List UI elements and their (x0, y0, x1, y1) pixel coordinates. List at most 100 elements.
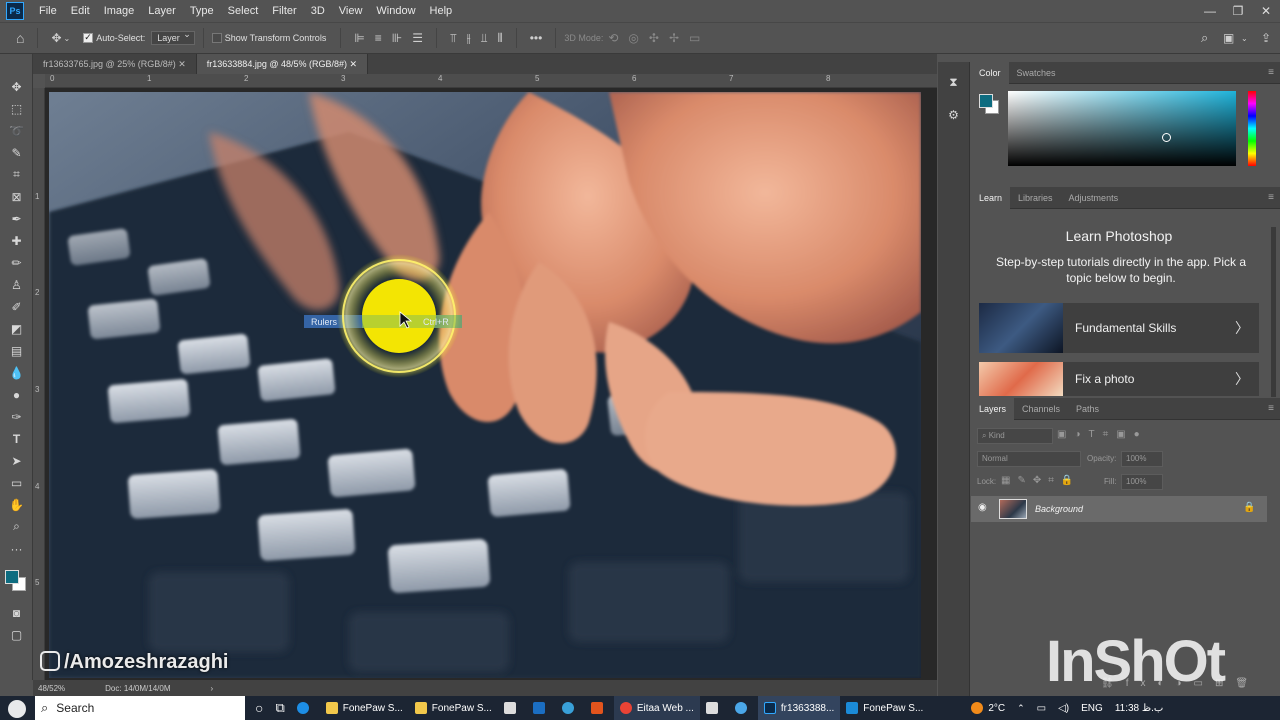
language-indicator[interactable]: ENG (1075, 696, 1109, 720)
canvas-area[interactable]: Rulers Ctrl+R (45, 88, 937, 680)
taskbar-app-fonepaw-2[interactable]: FonePaw S... (409, 696, 498, 720)
3d-roll-icon[interactable]: ◎ (628, 31, 638, 45)
eye-icon[interactable]: ◉ (978, 502, 987, 513)
align-center-icon[interactable]: ≡ (375, 31, 382, 45)
align-left-icon[interactable]: ⊫ (354, 31, 364, 45)
tab-libraries[interactable]: Libraries (1010, 187, 1061, 209)
shape-tool-icon[interactable]: ▭ (8, 474, 25, 491)
menu-filter[interactable]: Filter (265, 5, 303, 17)
layer-filter-dropdown[interactable]: ⌕ Kind (977, 428, 1053, 444)
quick-mask-icon[interactable]: ◙ (8, 604, 25, 621)
chevron-down-icon[interactable]: ⌄ (64, 34, 71, 43)
quick-select-tool-icon[interactable]: ✎ (8, 144, 25, 161)
path-select-tool-icon[interactable]: ➤ (8, 452, 25, 469)
start-icon[interactable] (8, 700, 26, 718)
search-icon[interactable]: ⌕ (1201, 30, 1208, 46)
pen-tool-icon[interactable]: ✑ (8, 408, 25, 425)
clock[interactable]: 11:38 ب.ظ (1109, 696, 1170, 720)
align-right-icon[interactable]: ⊪ (392, 31, 402, 45)
blur-tool-icon[interactable]: 💧 (8, 364, 25, 381)
auto-select-target-dropdown[interactable]: Layer (151, 29, 195, 45)
stamp-tool-icon[interactable]: ♙ (8, 276, 25, 293)
menu-edit[interactable]: Edit (64, 5, 97, 17)
align-middle-icon[interactable]: ⫲ (467, 31, 471, 46)
outlook-icon[interactable] (527, 696, 556, 720)
menu-window[interactable]: Window (369, 5, 422, 17)
eraser-tool-icon[interactable]: ◩ (8, 320, 25, 337)
taskbar-app-photoshop[interactable]: fr1363388... (757, 696, 841, 720)
menu-type[interactable]: Type (183, 5, 221, 17)
frame-tool-icon[interactable]: ⊠ (8, 188, 25, 205)
3d-camera-icon[interactable]: ▭ (689, 31, 700, 45)
tab-learn[interactable]: Learn (971, 186, 1011, 209)
tab-document-1[interactable]: fr13633765.jpg @ 25% (RGB/8#) ✕ (33, 54, 197, 74)
3d-rotate-icon[interactable]: ⟲ (608, 31, 618, 45)
tab-adjustments[interactable]: Adjustments (1061, 187, 1127, 209)
home-icon[interactable]: ⌂ (16, 30, 24, 46)
panel-menu-icon[interactable]: ≡ (1268, 403, 1274, 414)
3d-pan-icon[interactable]: ✣ (649, 31, 659, 45)
close-button[interactable]: ✕ (1252, 0, 1280, 22)
learn-card-fix-a-photo[interactable]: Fix a photo 〉 (979, 362, 1259, 396)
menu-view[interactable]: View (332, 5, 370, 17)
move-tool-icon[interactable]: ✥ (8, 78, 25, 95)
taskbar-search[interactable]: ⌕ Search (35, 696, 245, 720)
foreground-color-swatch[interactable] (5, 570, 19, 584)
blend-mode-dropdown[interactable]: Normal (977, 451, 1081, 467)
zoom-tool-icon[interactable]: ⌕ (8, 518, 25, 535)
task-view-icon[interactable]: ⧉ (269, 696, 290, 720)
show-transform-checkbox[interactable] (211, 33, 222, 43)
align-bottom-icon[interactable]: ⫫ (481, 31, 488, 46)
menu-select[interactable]: Select (221, 5, 266, 17)
opacity-field[interactable]: 100% (1121, 451, 1163, 467)
ruler-horizontal[interactable]: 0 1 2 3 4 5 6 7 8 (45, 74, 937, 88)
tab-paths[interactable]: Paths (1068, 398, 1107, 420)
layer-name[interactable]: Background (1035, 504, 1083, 514)
layer-row-background[interactable]: ◉ Background 🔒 (971, 496, 1267, 522)
history-brush-tool-icon[interactable]: ✐ (8, 298, 25, 315)
distribute-icon[interactable]: ☰ (412, 31, 423, 45)
move-tool-icon[interactable]: ✥ (51, 31, 61, 45)
color-field[interactable] (1008, 91, 1236, 166)
history-panel-icon[interactable]: ⧗ (945, 74, 962, 91)
app-icon[interactable] (700, 696, 729, 720)
type-tool-icon[interactable]: T (8, 430, 25, 447)
lock-icons[interactable]: ▦✎✥⌗🔒 (1001, 475, 1080, 486)
menu-3d[interactable]: 3D (304, 5, 332, 17)
fill-field[interactable]: 100% (1121, 474, 1163, 490)
dodge-tool-icon[interactable]: ● (8, 386, 25, 403)
healing-tool-icon[interactable]: ✚ (8, 232, 25, 249)
tab-swatches[interactable]: Swatches (1009, 62, 1064, 84)
hue-slider[interactable] (1248, 91, 1256, 166)
menu-item-rulers[interactable]: Rulers (311, 317, 338, 327)
distribute-vertical-icon[interactable]: ⦀ (497, 31, 502, 46)
tray-chevron-icon[interactable]: ⌃ (1011, 696, 1031, 720)
layer-filter-icons[interactable]: ▣◑T⌗▣● (1057, 429, 1148, 440)
learn-card-fundamental-skills[interactable]: Fundamental Skills 〉 (979, 303, 1259, 353)
properties-panel-icon[interactable]: ⚙ (945, 106, 962, 123)
3d-slide-icon[interactable]: ✢ (669, 31, 679, 45)
marquee-tool-icon[interactable]: ⬚ (8, 100, 25, 117)
auto-select-checkbox[interactable] (83, 32, 94, 43)
maximize-button[interactable]: ❐ (1224, 0, 1252, 22)
share-icon[interactable]: ⇪ (1261, 31, 1271, 45)
menu-help[interactable]: Help (423, 5, 460, 17)
color-picker-handle[interactable] (1162, 133, 1171, 142)
lasso-tool-icon[interactable]: ➰ (8, 122, 25, 139)
panel-menu-icon[interactable]: ≡ (1268, 192, 1274, 203)
document-image[interactable]: Rulers Ctrl+R (49, 92, 921, 678)
menu-file[interactable]: File (32, 5, 64, 17)
learn-scrollbar[interactable] (1271, 227, 1276, 397)
status-arrow-icon[interactable]: › (211, 684, 214, 693)
panel-menu-icon[interactable]: ≡ (1268, 67, 1274, 78)
calculator-icon[interactable] (498, 696, 527, 720)
tab-layers[interactable]: Layers (971, 397, 1015, 420)
ruler-vertical[interactable]: 1 2 3 4 5 (33, 88, 45, 680)
color-foreground-swatch[interactable] (979, 94, 993, 108)
crop-tool-icon[interactable]: ⌗ (8, 166, 25, 183)
gradient-tool-icon[interactable]: ▤ (8, 342, 25, 359)
weather-icon[interactable]: 2°C (965, 696, 1011, 720)
volume-icon[interactable]: ◁) (1052, 696, 1075, 720)
align-top-icon[interactable]: ⫪ (450, 31, 457, 46)
office-icon[interactable] (585, 696, 614, 720)
